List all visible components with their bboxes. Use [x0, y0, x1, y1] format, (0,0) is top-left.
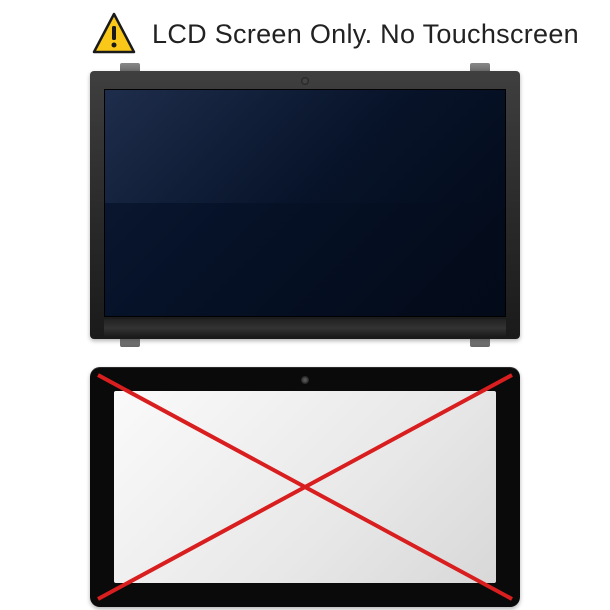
touchscreen-bezel	[90, 367, 520, 607]
screen-reflection	[105, 90, 505, 203]
header-text: LCD Screen Only. No Touchscreen	[152, 19, 579, 50]
lcd-screen-image	[90, 71, 520, 339]
lcd-bezel	[90, 71, 520, 339]
touchscreen-image	[90, 367, 520, 607]
lcd-bottom-strip	[104, 319, 506, 337]
touchscreen-glass	[114, 391, 496, 583]
warning-triangle-icon	[90, 10, 138, 58]
header-row: LCD Screen Only. No Touchscreen	[0, 0, 610, 63]
lcd-panel	[104, 89, 506, 317]
